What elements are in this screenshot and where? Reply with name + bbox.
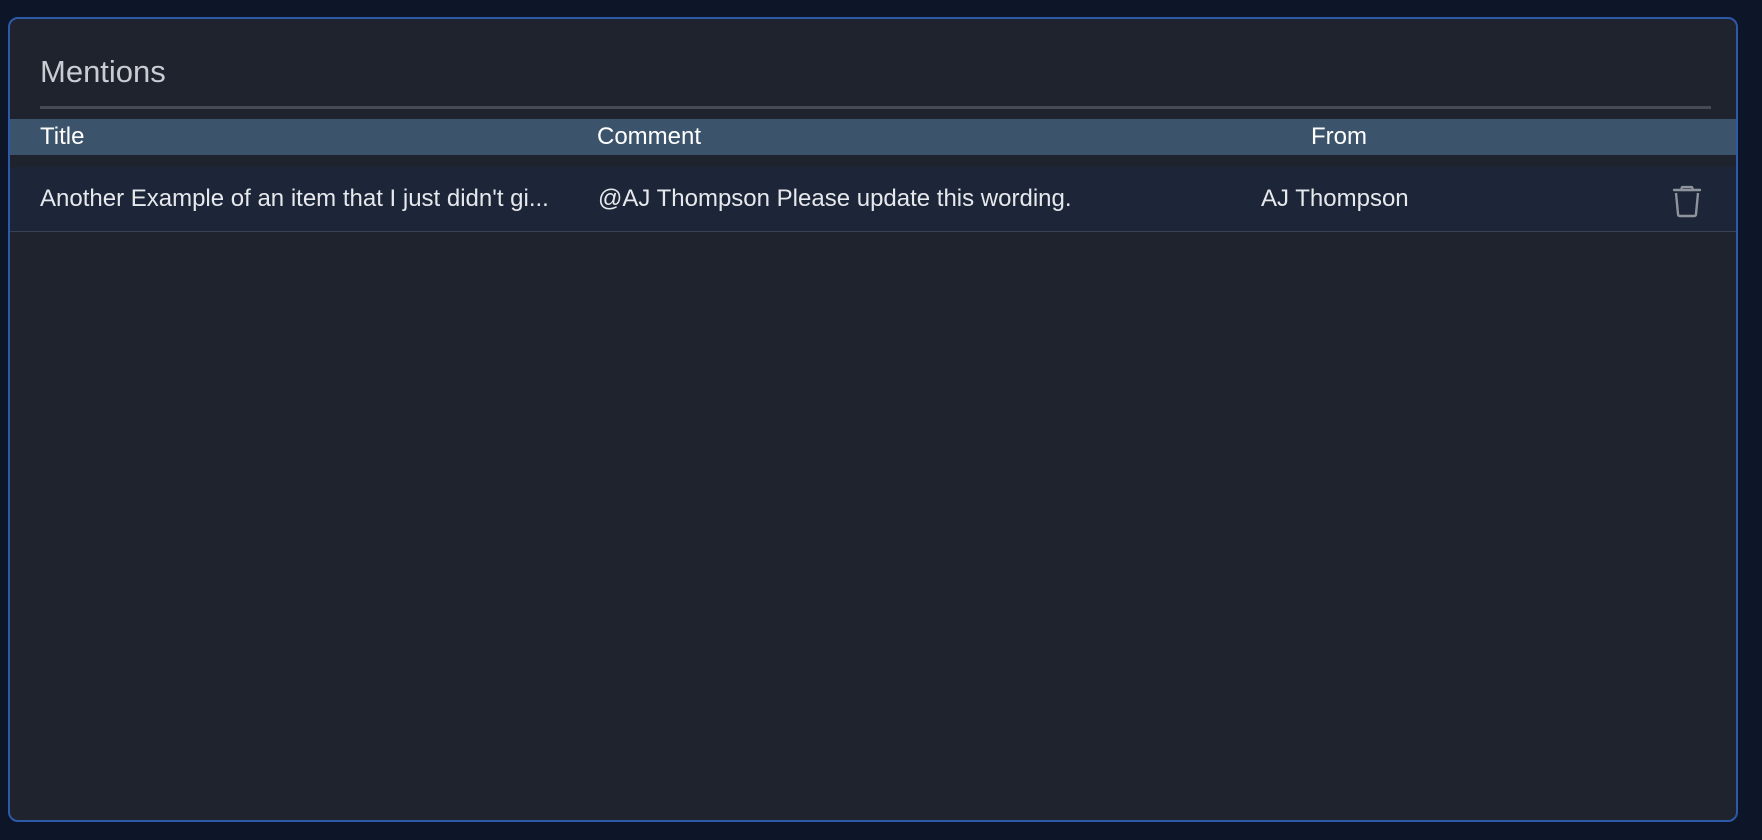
column-header-title: Title xyxy=(40,123,85,150)
panel-title: Mentions xyxy=(40,54,166,89)
row-from-cell: AJ Thompson xyxy=(1261,185,1409,212)
title-divider xyxy=(40,106,1711,109)
column-header-from: From xyxy=(1311,123,1367,150)
trash-icon xyxy=(1672,185,1702,218)
column-header-comment: Comment xyxy=(597,123,702,150)
table-row[interactable]: Another Example of an item that I just d… xyxy=(10,167,1736,232)
mentions-panel: Mentions Title Comment From Another Exam… xyxy=(8,17,1738,822)
table-header: Title Comment From xyxy=(10,119,1736,155)
delete-button[interactable] xyxy=(1668,181,1706,219)
row-comment-cell: @AJ Thompson Please update this wording. xyxy=(598,185,1072,212)
row-title-cell: Another Example of an item that I just d… xyxy=(40,185,549,212)
